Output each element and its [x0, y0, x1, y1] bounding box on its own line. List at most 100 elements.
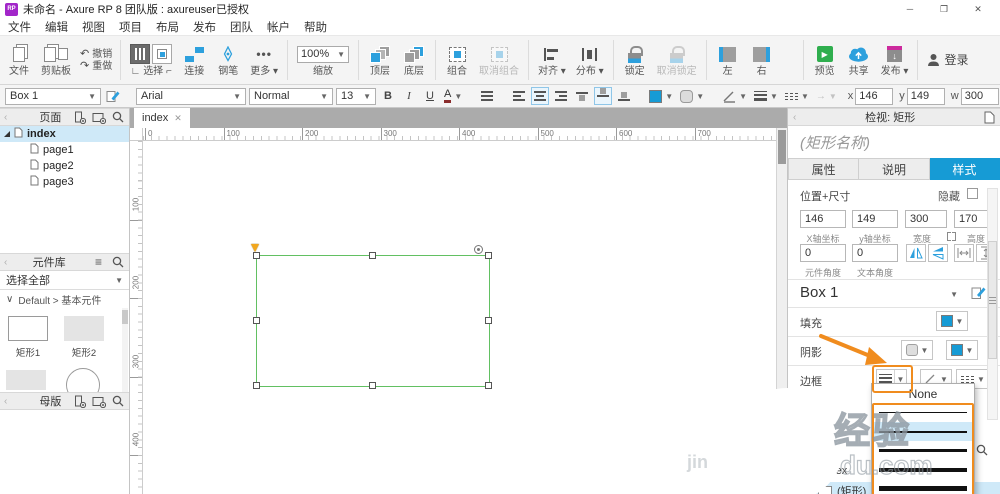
zoom-select[interactable]: 100%▼ — [297, 46, 349, 63]
w-input[interactable] — [961, 88, 999, 105]
selection-handle[interactable] — [485, 252, 492, 259]
group-button[interactable]: 组合 — [440, 36, 474, 84]
line-spacing-button[interactable] — [478, 87, 496, 105]
widget-name-field[interactable]: (矩形名称) — [788, 126, 1000, 158]
selection-handle[interactable] — [253, 252, 260, 259]
restore-button[interactable]: ❐ — [927, 4, 961, 15]
scrollbar-thumb[interactable] — [988, 241, 997, 359]
edit-style-button[interactable] — [971, 285, 986, 303]
menu-item-项目[interactable]: 项目 — [119, 19, 142, 35]
canvas[interactable] — [143, 141, 776, 494]
menu-item-视图[interactable]: 视图 — [82, 19, 105, 35]
distribute-button[interactable]: 分布 ▾ — [571, 36, 609, 84]
clipboard-tools-button[interactable]: 剪贴板 — [36, 36, 76, 84]
toggle-right-panel-button[interactable]: 右 — [745, 36, 779, 84]
font-weight-select[interactable]: Normal▼ — [249, 88, 333, 105]
menu-item-布局[interactable]: 布局 — [156, 19, 179, 35]
x-input[interactable] — [855, 88, 893, 105]
canvas-v-scrollbar[interactable] — [776, 128, 787, 494]
widget-section-header[interactable]: ∨ Default > 基本元件 — [0, 290, 129, 308]
widget-style-select[interactable]: Box 1▼ — [5, 88, 101, 105]
toggle-left-panel-button[interactable]: 左 — [711, 36, 745, 84]
select-intersected-mode-button[interactable] — [130, 44, 150, 64]
selection-handle[interactable] — [369, 252, 376, 259]
search-masters-button[interactable] — [110, 394, 125, 409]
font-color-button[interactable]: A ▼ — [442, 89, 464, 103]
align-center-button[interactable] — [531, 87, 549, 105]
collapse-panel-icon[interactable]: ‹ — [4, 257, 7, 268]
fit-width-button[interactable] — [954, 244, 974, 262]
line-width-button[interactable]: ▼ — [752, 91, 780, 101]
flip-vertical-button[interactable] — [928, 244, 948, 262]
underline-button[interactable]: U — [421, 87, 439, 105]
add-master-folder-button[interactable] — [91, 394, 106, 409]
update-style-button[interactable] — [104, 87, 122, 105]
close-button[interactable]: ✕ — [961, 4, 995, 15]
align-bottom-button[interactable] — [615, 87, 633, 105]
italic-button[interactable]: I — [400, 87, 418, 105]
undo-button[interactable]: ↶ 撤销 — [80, 49, 112, 60]
applied-style-name[interactable]: Box 1 — [800, 284, 838, 301]
y-coordinate-input[interactable] — [852, 210, 898, 228]
widget-thumb-partial-ellipse[interactable] — [66, 368, 100, 392]
preview-button[interactable]: ▶ 预览 — [808, 36, 842, 84]
menu-item-编辑[interactable]: 编辑 — [45, 19, 68, 35]
inner-shadow-button[interactable]: ▼ — [946, 340, 978, 360]
background-color-button[interactable]: ▼ — [678, 90, 706, 103]
font-size-select[interactable]: 13▼ — [336, 88, 376, 105]
widgets-menu-button[interactable]: ≡ — [91, 255, 106, 270]
width-input[interactable] — [905, 210, 947, 228]
minimize-button[interactable]: ─ — [893, 4, 927, 14]
tab-index[interactable]: index ✕ — [134, 108, 190, 128]
tab-说明[interactable]: 说明 — [859, 158, 929, 180]
page-item-page3[interactable]: page3 — [0, 174, 129, 190]
share-button[interactable]: 共享 — [842, 36, 876, 84]
redo-button[interactable]: ↷ 重做 — [80, 61, 112, 72]
search-widgets-button[interactable] — [110, 255, 125, 270]
bold-button[interactable]: B — [379, 87, 397, 105]
font-family-select[interactable]: Arial▼ — [136, 88, 246, 105]
selection-handle[interactable] — [253, 382, 260, 389]
expand-arrow-icon[interactable] — [4, 131, 10, 137]
connect-tool-button[interactable]: 连接 — [177, 36, 211, 84]
align-top-button[interactable] — [573, 87, 591, 105]
x-coordinate-input[interactable] — [800, 210, 846, 228]
line-color-button[interactable]: ▼ — [720, 90, 749, 103]
collapse-panel-icon[interactable]: ‹ — [4, 112, 7, 123]
add-folder-button[interactable] — [91, 110, 106, 125]
search-outline-button[interactable] — [976, 444, 988, 459]
send-to-back-button[interactable]: 底层 — [397, 36, 431, 84]
align-left-button[interactable] — [510, 87, 528, 105]
border-width-option-5px[interactable] — [872, 479, 974, 494]
chevron-down-icon[interactable]: ▼ — [950, 290, 958, 299]
selection-handle[interactable] — [253, 317, 260, 324]
align-button[interactable]: 对齐 ▾ — [533, 36, 571, 84]
menu-item-发布[interactable]: 发布 — [193, 19, 216, 35]
search-pages-button[interactable] — [110, 110, 125, 125]
pen-tool-button[interactable]: 钢笔 — [211, 36, 245, 84]
y-input[interactable] — [907, 88, 945, 105]
add-master-button[interactable] — [72, 394, 87, 409]
border-width-option-3px[interactable] — [872, 441, 974, 460]
page-item-page2[interactable]: page2 — [0, 158, 129, 174]
widget-thumb-partial-rect[interactable] — [6, 370, 46, 390]
tab-样式[interactable]: 样式 — [930, 158, 1000, 180]
bring-to-front-button[interactable]: 顶层 — [363, 36, 397, 84]
menu-item-帮助[interactable]: 帮助 — [304, 19, 327, 35]
widget-item-矩形1[interactable]: 矩形1 — [2, 316, 54, 359]
page-item-index[interactable]: index — [0, 126, 129, 142]
lock-button[interactable]: 锁定 — [618, 36, 652, 84]
widget-library-select[interactable]: 选择全部 ▼ — [0, 271, 129, 290]
collapse-panel-icon[interactable]: ‹ — [4, 396, 7, 407]
widget-item-矩形2[interactable]: 矩形2 — [58, 316, 110, 359]
hide-checkbox[interactable] — [967, 188, 978, 199]
menu-item-团队[interactable]: 团队 — [230, 19, 253, 35]
border-width-option-1px[interactable] — [872, 403, 974, 422]
line-style-button[interactable]: ▼ — [783, 92, 811, 101]
selection-rect[interactable] — [256, 255, 490, 387]
widgets-scrollbar[interactable] — [122, 308, 128, 392]
align-right-button[interactable] — [552, 87, 570, 105]
menu-item-文件[interactable]: 文件 — [8, 19, 31, 35]
scrollbar-thumb[interactable] — [778, 130, 786, 164]
close-tab-icon[interactable]: ✕ — [174, 113, 182, 124]
